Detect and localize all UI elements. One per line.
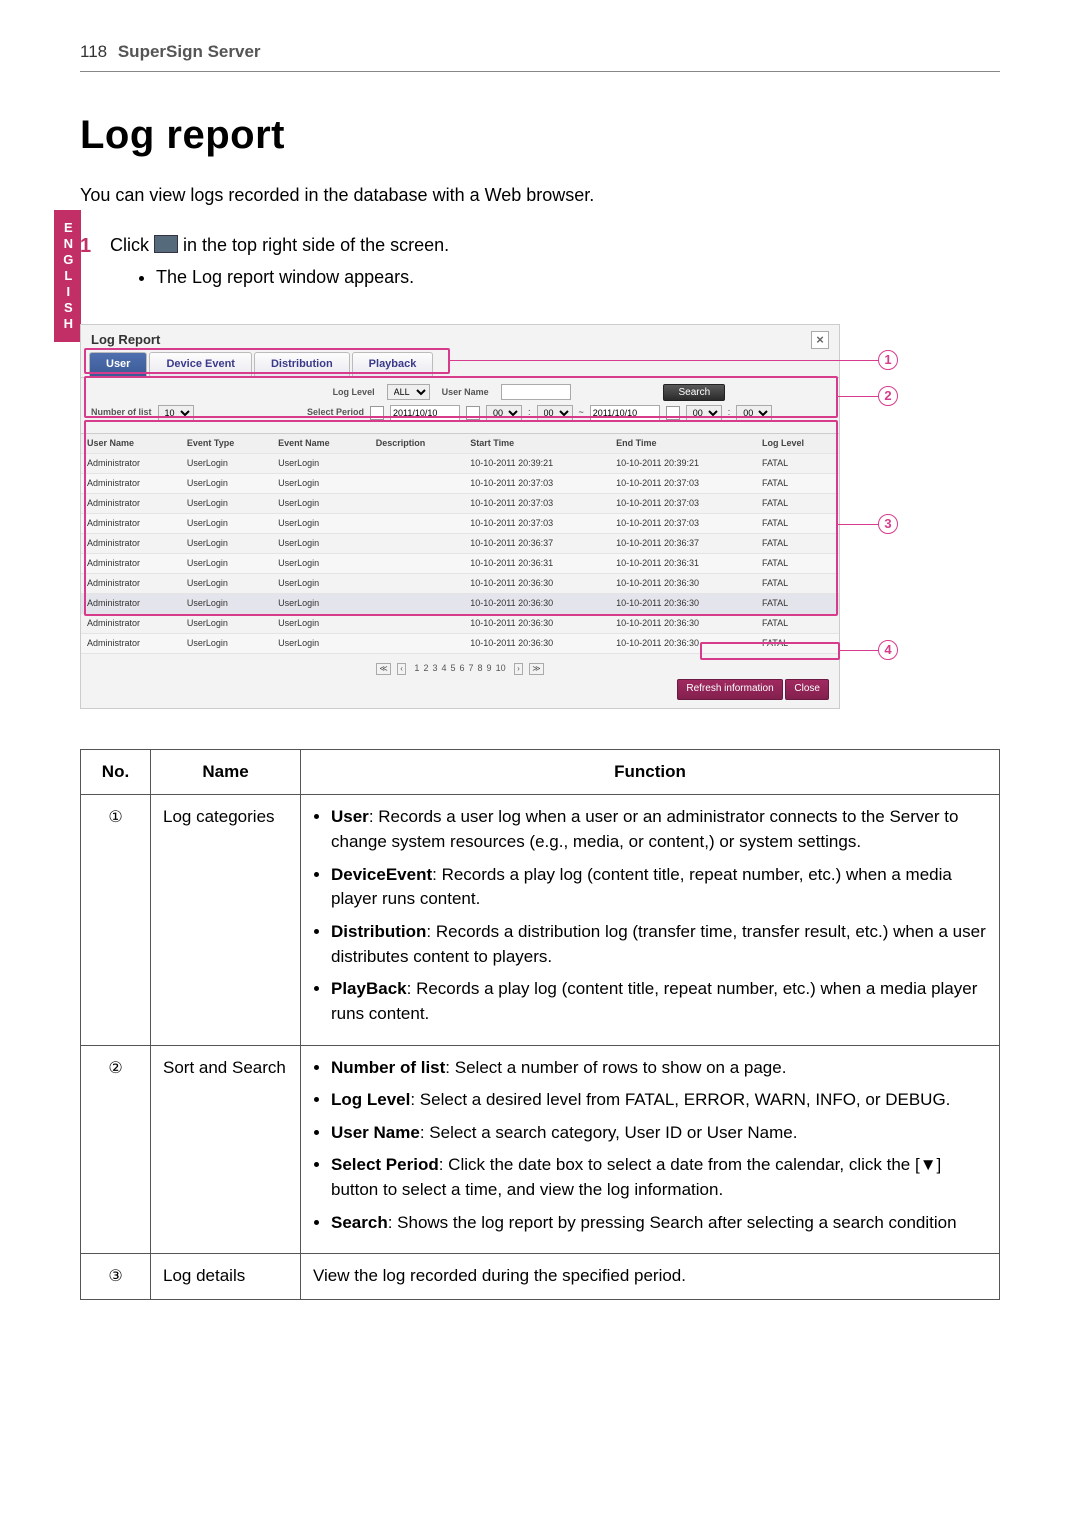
language-tab: ENGLISH: [54, 210, 81, 342]
step-text-pre: Click: [110, 235, 154, 255]
annotation-box-1: [84, 348, 450, 374]
desc-row-2: ② Sort and Search Number of list: Select…: [81, 1045, 1000, 1254]
desc-row-3: ③ Log details View the log recorded duri…: [81, 1254, 1000, 1300]
annotation-box-3: [84, 420, 838, 616]
table-cell: UserLogin: [181, 634, 272, 654]
screenshot-wrapper: Log Report × User Device Event Distribut…: [80, 324, 1000, 709]
pager-page[interactable]: 2: [423, 663, 428, 673]
annotation-badge-3: 3: [878, 514, 898, 534]
annotation-line-4: [840, 650, 880, 651]
close-icon[interactable]: ×: [811, 331, 829, 349]
table-cell: UserLogin: [272, 634, 370, 654]
table-cell: [370, 614, 465, 634]
window-title: Log Report: [91, 331, 160, 350]
header-title: SuperSign Server: [118, 42, 261, 61]
annotation-box-2: [84, 376, 838, 418]
annotation-badge-4: 4: [878, 640, 898, 660]
pager-page[interactable]: 7: [469, 663, 474, 673]
table-row[interactable]: AdministratorUserLoginUserLogin10-10-201…: [81, 614, 839, 634]
desc-func-1: User: Records a user log when a user or …: [301, 795, 1000, 1045]
desc-head-func: Function: [301, 749, 1000, 795]
pager-page[interactable]: 3: [432, 663, 437, 673]
pager-page[interactable]: 4: [441, 663, 446, 673]
refresh-button[interactable]: Refresh information: [677, 679, 782, 700]
table-cell: 10-10-2011 20:36:30: [464, 634, 610, 654]
step-number: 1: [80, 232, 100, 261]
section-heading: Log report: [80, 106, 1000, 164]
table-cell: UserLogin: [272, 614, 370, 634]
step-1: 1 Click in the top right side of the scr…: [80, 232, 1000, 294]
desc-row-1: ① Log categories User: Records a user lo…: [81, 795, 1000, 1045]
pager-page[interactable]: 6: [460, 663, 465, 673]
pager-page[interactable]: 10: [496, 663, 506, 673]
desc-name-2: Sort and Search: [151, 1045, 301, 1254]
header-rule: [80, 71, 1000, 72]
desc-name-3: Log details: [151, 1254, 301, 1300]
desc-func-2: Number of list: Select a number of rows …: [301, 1045, 1000, 1254]
table-cell: Administrator: [81, 634, 181, 654]
page-number: 118: [80, 42, 107, 61]
pager-last-icon[interactable]: ≫: [529, 663, 543, 675]
annotation-line-2: [838, 396, 880, 397]
step-sub: The Log report window appears.: [156, 264, 1000, 290]
table-cell: FATAL: [756, 614, 839, 634]
close-button[interactable]: Close: [785, 679, 829, 700]
table-cell: [370, 634, 465, 654]
pager-first-icon[interactable]: ≪: [376, 663, 390, 675]
annotation-badge-1: 1: [878, 350, 898, 370]
desc-name-1: Log categories: [151, 795, 301, 1045]
pager-page[interactable]: 5: [450, 663, 455, 673]
pager-page[interactable]: 9: [487, 663, 492, 673]
desc-no-2: ②: [108, 1057, 122, 1080]
pager-next-icon[interactable]: ›: [514, 663, 523, 675]
table-cell: UserLogin: [181, 614, 272, 634]
annotation-box-4: [700, 642, 840, 660]
desc-head-no: No.: [81, 749, 151, 795]
pager-page[interactable]: 1: [414, 663, 419, 673]
step-text-post: in the top right side of the screen.: [183, 235, 449, 255]
table-cell: 10-10-2011 20:36:30: [610, 614, 756, 634]
annotation-badge-2: 2: [878, 386, 898, 406]
annotation-line-3: [838, 524, 880, 525]
desc-head-name: Name: [151, 749, 301, 795]
pager-page[interactable]: 8: [478, 663, 483, 673]
desc-func-3: View the log recorded during the specifi…: [301, 1254, 1000, 1300]
log-report-icon: [154, 235, 178, 253]
desc-no-1: ①: [108, 806, 122, 829]
page-header: 118 SuperSign Server: [80, 40, 1000, 72]
annotation-line-1: [450, 360, 880, 361]
desc-no-3: ③: [108, 1265, 122, 1288]
table-cell: 10-10-2011 20:36:30: [464, 614, 610, 634]
intro-text: You can view logs recorded in the databa…: [80, 182, 1000, 208]
table-cell: Administrator: [81, 614, 181, 634]
description-table: No. Name Function ① Log categories User:…: [80, 749, 1000, 1300]
pager-prev-icon[interactable]: ‹: [397, 663, 406, 675]
